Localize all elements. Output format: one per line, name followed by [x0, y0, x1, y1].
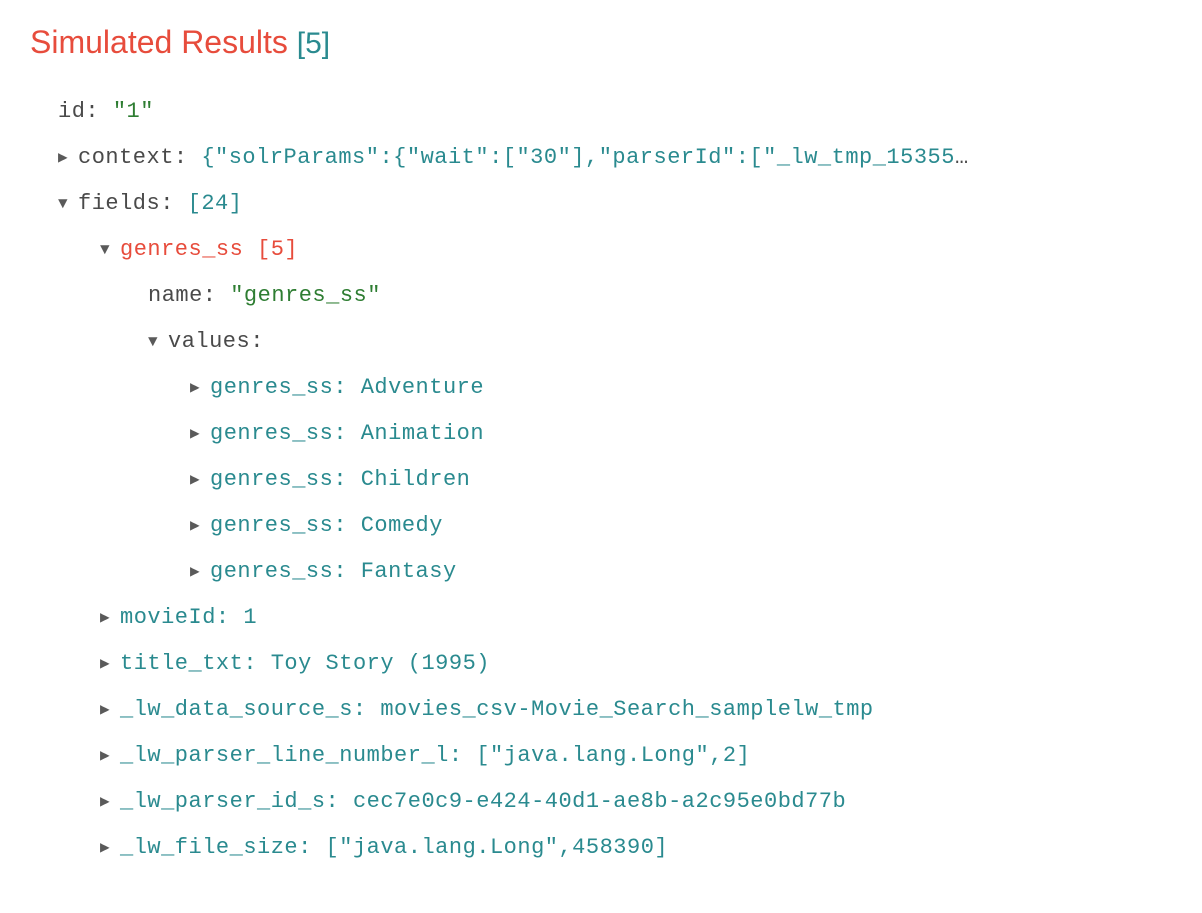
key-genre: genres_ss:	[210, 377, 347, 399]
key-field: _lw_parser_id_s:	[120, 791, 339, 813]
caret-right-icon: ▶	[190, 472, 210, 488]
caret-right-icon: ▶	[190, 518, 210, 534]
tree-row-name: name: "genres_ss"	[30, 273, 1172, 319]
caret-right-icon: ▶	[100, 702, 120, 718]
caret-down-icon: ▼	[148, 334, 168, 350]
val-name: "genres_ss"	[230, 285, 381, 307]
key-genre: genres_ss:	[210, 561, 347, 583]
key-field: _lw_data_source_s:	[120, 699, 367, 721]
val-genre: Adventure	[361, 377, 484, 399]
heading-title: Simulated Results	[30, 24, 288, 60]
caret-right-icon: ▶	[190, 380, 210, 396]
tree-row-genre-value[interactable]: ▶genres_ss: Animation	[30, 411, 1172, 457]
caret-right-icon: ▶	[190, 426, 210, 442]
results-heading: Simulated Results [5]	[30, 24, 1172, 61]
val-field: cec7e0c9-e424-40d1-ae8b-a2c95e0bd77b	[353, 791, 846, 813]
heading-count: [5]	[297, 27, 330, 60]
key-field: movieId:	[120, 607, 230, 629]
tree-row-values[interactable]: ▼ values:	[30, 319, 1172, 365]
val-field: movies_csv-Movie_Search_samplelw_tmp	[380, 699, 873, 721]
val-id: "1"	[113, 101, 154, 123]
val-field: Toy Story (1995)	[271, 653, 490, 675]
val-field: 1	[243, 607, 257, 629]
tree-row-field[interactable]: ▶title_txt: Toy Story (1995)	[30, 641, 1172, 687]
key-genre: genres_ss:	[210, 515, 347, 537]
val-genre: Animation	[361, 423, 484, 445]
tree-row-genres-ss[interactable]: ▼ genres_ss [5]	[30, 227, 1172, 273]
count-fields: [24]	[188, 193, 243, 215]
caret-right-icon: ▶	[100, 794, 120, 810]
tree-row-field[interactable]: ▶_lw_file_size: ["java.lang.Long",458390…	[30, 825, 1172, 871]
val-genre: Children	[361, 469, 471, 491]
key-fields: fields:	[78, 193, 174, 215]
key-genre: genres_ss:	[210, 469, 347, 491]
tree-row-field[interactable]: ▶_lw_parser_id_s: cec7e0c9-e424-40d1-ae8…	[30, 779, 1172, 825]
tree-row-field[interactable]: ▶_lw_data_source_s: movies_csv-Movie_Sea…	[30, 687, 1172, 733]
tree-row-genre-value[interactable]: ▶genres_ss: Comedy	[30, 503, 1172, 549]
caret-right-icon: ▶	[100, 610, 120, 626]
val-genre: Fantasy	[361, 561, 457, 583]
key-values: values:	[168, 331, 264, 353]
key-context: context:	[78, 147, 188, 169]
key-id: id:	[58, 101, 99, 123]
key-field: _lw_file_size:	[120, 837, 312, 859]
caret-right-icon: ▶	[190, 564, 210, 580]
tree-row-context[interactable]: ▶ context: {"solrParams":{"wait":["30"],…	[30, 135, 1172, 181]
tree-row-genre-value[interactable]: ▶genres_ss: Adventure	[30, 365, 1172, 411]
key-name: name:	[148, 285, 217, 307]
tree-row-genre-value[interactable]: ▶genres_ss: Children	[30, 457, 1172, 503]
caret-right-icon: ▶	[100, 656, 120, 672]
key-genres-ss: genres_ss	[120, 239, 243, 261]
caret-down-icon: ▼	[58, 196, 78, 212]
val-context: {"solrParams":{"wait":["30"],"parserId":…	[201, 147, 968, 169]
val-field: ["java.lang.Long",458390]	[326, 837, 669, 859]
count-genres-ss: [5]	[257, 239, 298, 261]
key-field: _lw_parser_line_number_l:	[120, 745, 463, 767]
tree-row-id: id: "1"	[30, 89, 1172, 135]
tree-row-field[interactable]: ▶movieId: 1	[30, 595, 1172, 641]
val-genre: Comedy	[361, 515, 443, 537]
key-genre: genres_ss:	[210, 423, 347, 445]
caret-right-icon: ▶	[58, 150, 78, 166]
caret-down-icon: ▼	[100, 242, 120, 258]
caret-right-icon: ▶	[100, 748, 120, 764]
key-field: title_txt:	[120, 653, 257, 675]
caret-right-icon: ▶	[100, 840, 120, 856]
val-field: ["java.lang.Long",2]	[476, 745, 750, 767]
tree-row-fields[interactable]: ▼ fields: [24]	[30, 181, 1172, 227]
tree-row-field[interactable]: ▶_lw_parser_line_number_l: ["java.lang.L…	[30, 733, 1172, 779]
tree-row-genre-value[interactable]: ▶genres_ss: Fantasy	[30, 549, 1172, 595]
